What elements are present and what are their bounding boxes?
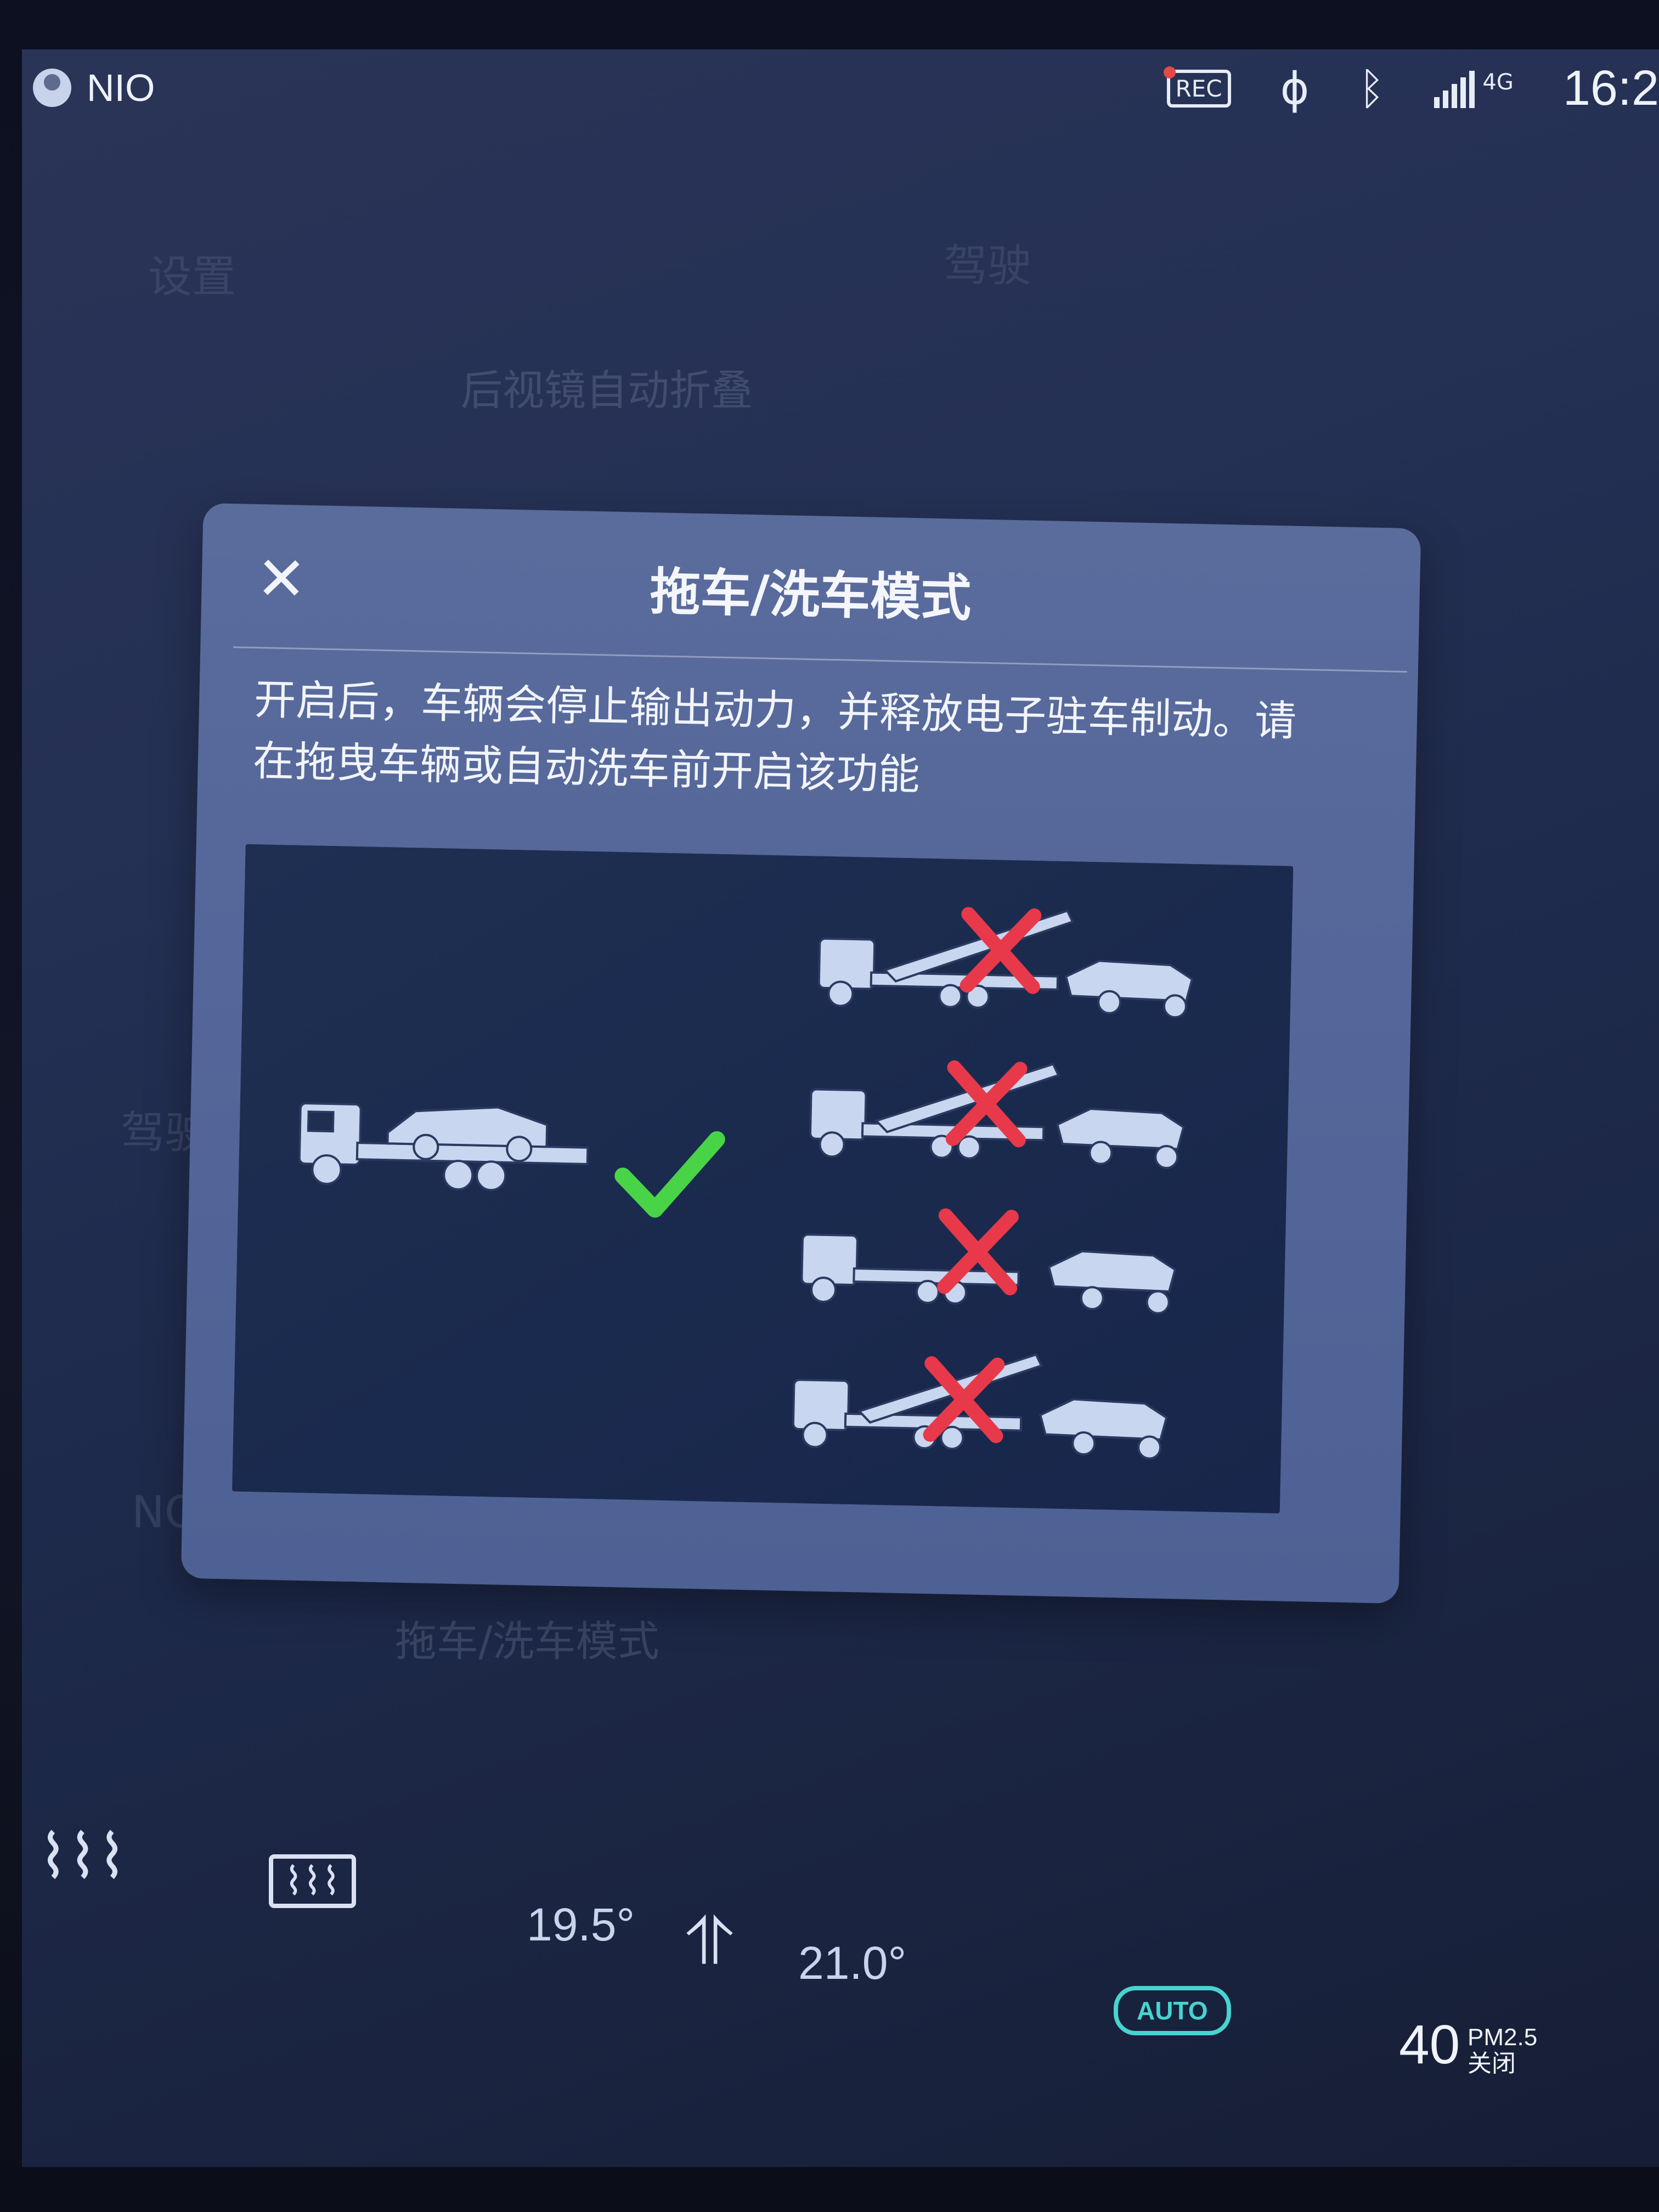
dashcam-rec-icon: REC <box>1163 66 1231 108</box>
setting-row-tow-mode[interactable]: 拖车/洗车模式 <box>395 1607 659 1668</box>
dialog-description: 开启后，车辆会停止输出动力，并释放电子驻车制动。请在拖曳车辆或自动洗车前开启该功… <box>252 674 1297 799</box>
pm25-unit: PM2.5 <box>1468 2024 1538 2051</box>
status-bar: REC ϕ ᛒ 4G 16:2 <box>1163 60 1659 117</box>
seat-airflow-icon[interactable]: ⥣ <box>686 1904 733 1980</box>
dialog-title: 拖车/洗车模式 <box>649 562 972 628</box>
right-temperature[interactable]: 21.0° <box>798 1937 906 1990</box>
wireless-charging-icon: ϕ <box>1280 63 1310 114</box>
profile-indicator[interactable]: NIO <box>33 66 155 110</box>
clock: 16:2 <box>1562 61 1659 116</box>
title-divider <box>233 646 1407 673</box>
pm25-status: 关闭 <box>1468 2050 1516 2077</box>
network-type-label: 4G <box>1482 69 1514 95</box>
pm25-value: 40 <box>1399 2014 1460 2075</box>
bluetooth-icon: ᛒ <box>1358 63 1385 114</box>
front-defrost-icon[interactable]: ⌇⌇⌇ <box>38 1821 127 1892</box>
profile-name: NIO <box>87 66 155 109</box>
towing-illustration <box>232 844 1294 1514</box>
tab-settings[interactable]: 设置 <box>148 241 236 305</box>
avatar-icon <box>33 69 71 107</box>
signal-strength-icon: 4G <box>1434 69 1514 108</box>
rear-defrost-icon[interactable]: ⌇⌇⌇ <box>269 1854 356 1908</box>
setting-row-mirror-fold[interactable]: 后视镜自动折叠 <box>461 357 753 417</box>
tab-driving[interactable]: 驾驶 <box>944 230 1031 294</box>
auto-air-button[interactable]: AUTO <box>1114 1986 1231 2035</box>
pm25-label[interactable]: PM2.5 关闭 <box>1468 2024 1537 2077</box>
left-temperature[interactable]: 19.5° <box>527 1898 635 1951</box>
tow-wash-mode-dialog: ✕ 拖车/洗车模式 开启后，车辆会停止输出动力，并释放电子驻车制动。请在拖曳车辆… <box>180 503 1421 1604</box>
